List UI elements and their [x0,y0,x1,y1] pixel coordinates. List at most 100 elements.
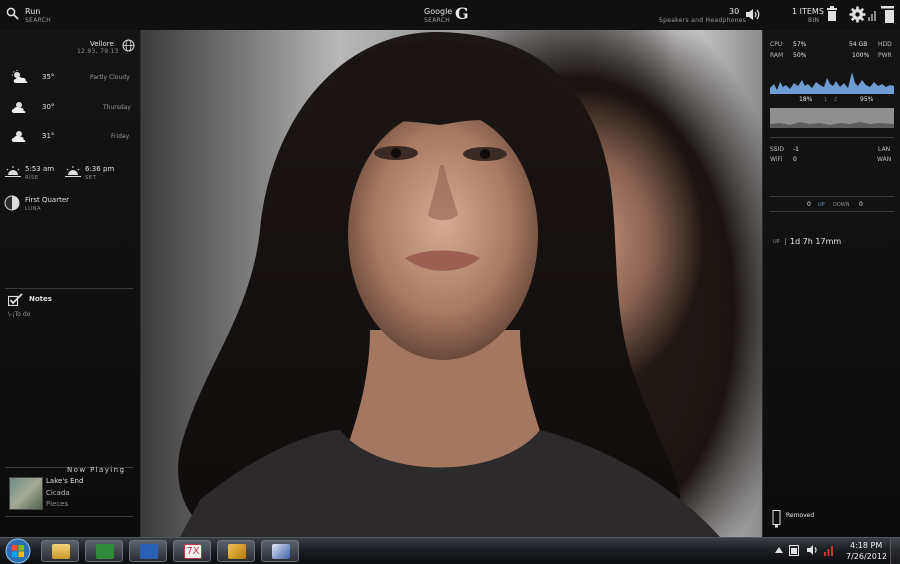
battery-icon[interactable] [789,544,799,556]
excel-icon [96,544,114,559]
top-bar: Run SEARCH Google SEARCH G 30 Speakers a… [0,0,900,31]
volume-value: 30 [729,7,740,16]
right-sidebar: CPU 57% 54 GB HDD RAM 50% 100% PWR 18% 1… [762,30,900,537]
uptime-value: 1d 7h 17mm [790,237,842,246]
pwr-value: 100% [852,52,870,59]
globe-icon[interactable] [122,39,135,52]
upload-value: 0 [807,201,811,208]
left-sidebar: Vellore 12.93, 79.13 35° Partly Cloudy 3… [0,30,141,537]
taskbar-app5-button[interactable] [217,540,255,562]
notes-body[interactable]: \-¡To do [8,311,30,318]
divider [5,288,133,289]
word-icon [140,544,158,559]
taskbar-excel-button[interactable] [85,540,123,562]
trash-icon[interactable] [826,6,838,22]
pwr-label: PWR [878,52,892,59]
app5-icon [228,544,246,559]
core-sep-1: 1 [824,97,828,103]
taskbar-word-button[interactable] [129,540,167,562]
forecast-temp-2: 30° [42,103,55,111]
wallpaper-photo [140,30,762,537]
ram-label: RAM [770,52,784,59]
tray-date[interactable]: 7/26/2012 [846,552,887,561]
track-title: Lake's End [46,477,84,485]
divider [770,196,894,197]
cloud-sun-icon [11,131,26,142]
core-sep-2: 2 [834,97,838,103]
ssid-label: SSID [770,146,785,153]
ssid-value: -1 [793,146,799,153]
run-sub: SEARCH [25,17,52,24]
core1-value: 18% [799,96,813,103]
partly-cloudy-icon [12,70,28,83]
uptime-divider [785,238,786,245]
hdd-label: HDD [878,41,892,48]
panel-icon[interactable] [881,6,894,23]
track-album: Pieces [46,500,69,508]
7x-icon: 7X [184,544,202,559]
sunset-icon [65,166,81,177]
sunrise-sub: RISE [25,175,39,181]
show-desktop-button[interactable] [890,538,900,564]
usb-drive-icon[interactable] [772,510,781,528]
sunrise-time: 5:53 am [25,165,55,173]
google-sub: SEARCH [424,17,451,24]
forecast-desc-3: Friday [111,133,130,140]
sunrise-icon [5,166,21,177]
google-icon[interactable]: G [455,4,469,23]
moon-phase-icon [4,195,20,211]
wan-label: WAN [877,156,892,163]
weather-coords: 12.93, 79.13 [77,48,119,55]
sunset-sub: SET [85,175,97,181]
volume-tray-icon[interactable] [806,544,819,556]
taskbar-app6-button[interactable] [261,540,299,562]
speaker-icon[interactable] [745,8,761,21]
wifi-label: WiFi [770,156,783,163]
hdd-value: 54 GB [849,41,868,48]
sunset-time: 6:36 pm [85,165,115,173]
forecast-temp-3: 31° [42,132,55,140]
forecast-desc-1: Partly Cloudy [90,74,130,81]
moon-sub: LUNA [25,206,41,212]
run-label[interactable]: Run [25,7,40,16]
upload-label: UP [818,202,825,208]
divider [770,211,894,212]
folder-icon [52,544,70,559]
forecast-temp-1: 35° [42,73,55,81]
forecast-desc-2: Thursday [103,104,131,111]
volume-sub: Speakers and Headphones [659,17,747,24]
cpu-value: 57% [793,41,807,48]
cloud-sun-icon [11,102,26,113]
album-art[interactable] [9,477,43,510]
signal-bars-icon [868,11,876,21]
core2-value: 95% [860,96,874,103]
progress-track[interactable] [5,516,133,517]
bin-label[interactable]: 1 ITEMS [792,7,824,16]
tray-expand-icon[interactable] [775,547,783,553]
wifi-value: 0 [793,156,797,163]
app6-icon [272,544,290,559]
start-button[interactable] [3,538,33,564]
checkbox-icon[interactable] [8,293,23,306]
google-label[interactable]: Google [424,7,452,16]
ram-value: 50% [793,52,807,59]
notes-title[interactable]: Notes [29,295,52,303]
removed-label: Removed [786,512,815,519]
weather-city: Vellore [90,40,114,48]
lan-label: LAN [878,146,891,153]
network-tray-icon[interactable] [823,544,836,556]
gear-icon[interactable] [849,6,866,23]
uptime-label: UP [773,239,780,245]
cpu-usage-graph [770,72,894,94]
tray-time[interactable]: 4:18 PM [850,541,882,550]
track-artist: Cicada [46,489,70,497]
taskbar-7x-button[interactable]: 7X [173,540,211,562]
taskbar: 7X 4:18 PM 7/26/2012 [0,537,900,564]
taskbar-explorer-button[interactable] [41,540,79,562]
moon-phase: First Quarter [25,196,69,204]
bin-sub: BIN [808,17,820,24]
cpu-label: CPU [770,41,783,48]
download-label: DOWN [833,202,850,208]
search-icon[interactable] [6,7,19,20]
divider [770,137,894,138]
